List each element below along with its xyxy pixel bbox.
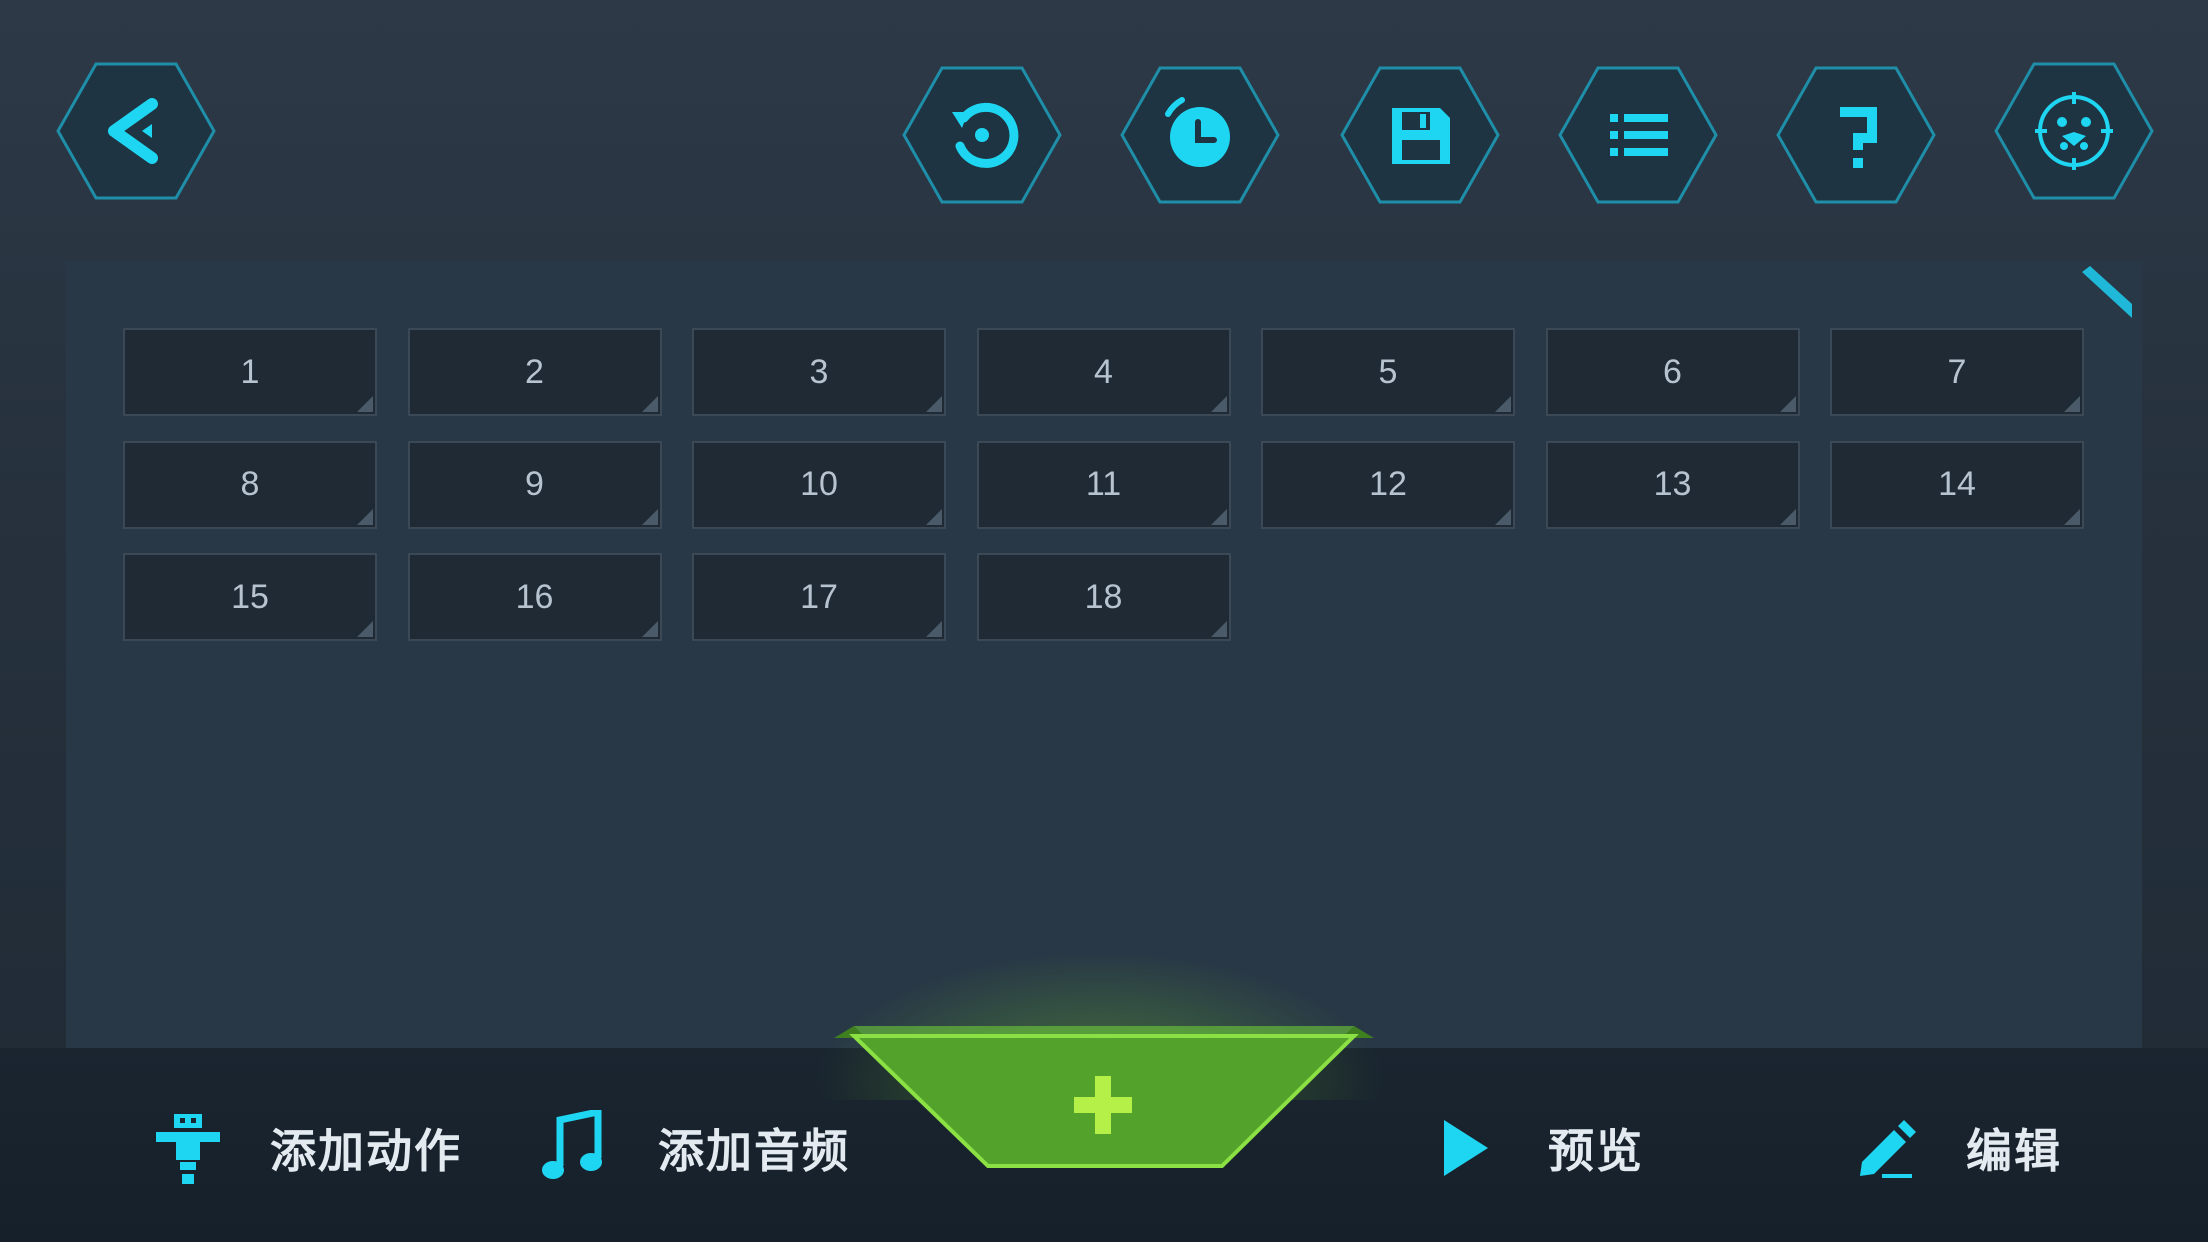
save-icon bbox=[1392, 108, 1450, 164]
add-button[interactable] bbox=[832, 1020, 1376, 1190]
add-audio-label: 添加音频 bbox=[658, 1124, 850, 1178]
action-slot[interactable]: 5 bbox=[1261, 328, 1515, 416]
reset-button[interactable] bbox=[902, 66, 1062, 204]
action-slot[interactable]: 11 bbox=[976, 440, 1231, 529]
action-slot[interactable]: 7 bbox=[1830, 328, 2084, 416]
preview-label: 预览 bbox=[1548, 1124, 1644, 1178]
action-slot[interactable]: 15 bbox=[123, 553, 377, 641]
edit-label: 编辑 bbox=[1966, 1124, 2062, 1178]
add-action-label: 添加动作 bbox=[270, 1124, 462, 1178]
reset-icon bbox=[952, 102, 1019, 168]
robot-settings-icon bbox=[2035, 92, 2113, 170]
help-icon bbox=[1840, 107, 1877, 168]
action-slot[interactable]: 16 bbox=[407, 553, 662, 641]
music-note-icon bbox=[542, 1110, 602, 1179]
action-slot[interactable]: 12 bbox=[1261, 440, 1515, 529]
add-audio-button[interactable]: 添加音频 bbox=[540, 1110, 850, 1186]
back-button[interactable] bbox=[56, 62, 216, 200]
action-slot[interactable]: 9 bbox=[407, 440, 662, 529]
preview-button[interactable]: 预览 bbox=[1440, 1110, 1644, 1186]
list-button[interactable] bbox=[1558, 66, 1718, 204]
timer-icon bbox=[1165, 97, 1230, 167]
action-slot[interactable]: 18 bbox=[976, 553, 1231, 641]
play-icon bbox=[1444, 1120, 1488, 1176]
list-icon bbox=[1610, 114, 1668, 156]
robot-settings-button[interactable] bbox=[1994, 62, 2154, 200]
add-action-button[interactable]: 添加动作 bbox=[150, 1110, 462, 1186]
action-slot[interactable]: 2 bbox=[407, 328, 662, 416]
timer-button[interactable] bbox=[1120, 66, 1280, 204]
pencil-icon bbox=[1860, 1120, 1916, 1178]
action-slot[interactable]: 17 bbox=[692, 553, 946, 641]
action-slot[interactable]: 4 bbox=[976, 328, 1231, 416]
save-button[interactable] bbox=[1340, 66, 1500, 204]
action-slot[interactable]: 10 bbox=[692, 440, 946, 529]
robot-icon bbox=[156, 1114, 220, 1184]
action-slot[interactable]: 3 bbox=[692, 328, 946, 416]
back-arrow-icon bbox=[108, 98, 158, 164]
action-slot[interactable]: 1 bbox=[123, 328, 377, 416]
corner-accent-icon bbox=[2082, 266, 2132, 318]
action-slot[interactable]: 8 bbox=[123, 440, 377, 529]
action-slot[interactable]: 13 bbox=[1545, 440, 1800, 529]
help-button[interactable] bbox=[1776, 66, 1936, 204]
action-slot[interactable]: 6 bbox=[1545, 328, 1800, 416]
action-slot[interactable]: 14 bbox=[1830, 440, 2084, 529]
edit-button[interactable]: 编辑 bbox=[1852, 1110, 2062, 1186]
